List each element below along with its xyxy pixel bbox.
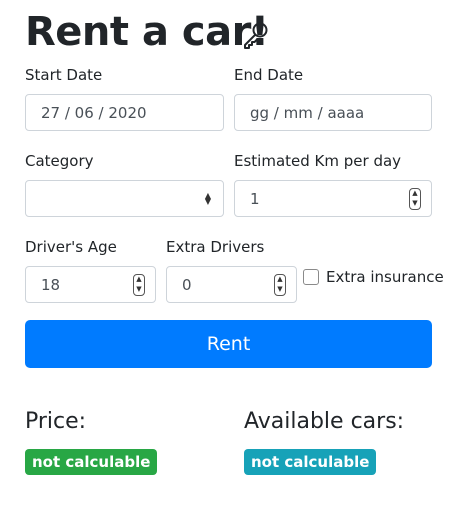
available-cars-status-badge: not calculable — [244, 449, 377, 475]
available-cars-heading: Available cars: — [244, 409, 405, 434]
page-title: Rent a car! — [25, 9, 269, 55]
end-date-label: End Date — [234, 66, 304, 84]
category-select[interactable]: ▲ ▼ — [25, 180, 224, 217]
number-spinner-icon[interactable]: ▲ ▼ — [133, 273, 145, 296]
km-per-day-label: Estimated Km per day — [234, 152, 402, 170]
number-spinner-icon[interactable]: ▲ ▼ — [409, 187, 421, 210]
extra-drivers-input[interactable]: 0 ▲ ▼ — [166, 266, 297, 303]
category-label: Category — [25, 152, 94, 170]
km-per-day-value: 1 — [250, 189, 260, 208]
drivers-age-label: Driver's Age — [25, 238, 117, 256]
extra-insurance-checkbox[interactable] — [303, 269, 319, 285]
start-date-label: Start Date — [25, 66, 103, 84]
extra-drivers-label: Extra Drivers — [166, 238, 265, 256]
extra-insurance-label[interactable]: Extra insurance — [326, 267, 444, 287]
km-per-day-input[interactable]: 1 ▲ ▼ — [234, 180, 432, 217]
price-status-badge: not calculable — [25, 449, 158, 475]
end-date-input[interactable]: gg / mm / aaaa — [234, 94, 432, 131]
end-date-placeholder: gg / mm / aaaa — [250, 103, 365, 122]
drivers-age-input[interactable]: 18 ▲ ▼ — [25, 266, 156, 303]
select-caret-icon: ▲ ▼ — [204, 190, 211, 206]
start-date-value: 27 / 06 / 2020 — [41, 103, 147, 122]
number-spinner-icon[interactable]: ▲ ▼ — [274, 273, 286, 296]
drivers-age-value: 18 — [41, 275, 61, 294]
price-heading: Price: — [25, 409, 87, 434]
extra-drivers-value: 0 — [182, 275, 192, 294]
key-icon — [240, 20, 270, 50]
rent-button[interactable]: Rent — [25, 320, 432, 368]
start-date-input[interactable]: 27 / 06 / 2020 — [25, 94, 224, 131]
